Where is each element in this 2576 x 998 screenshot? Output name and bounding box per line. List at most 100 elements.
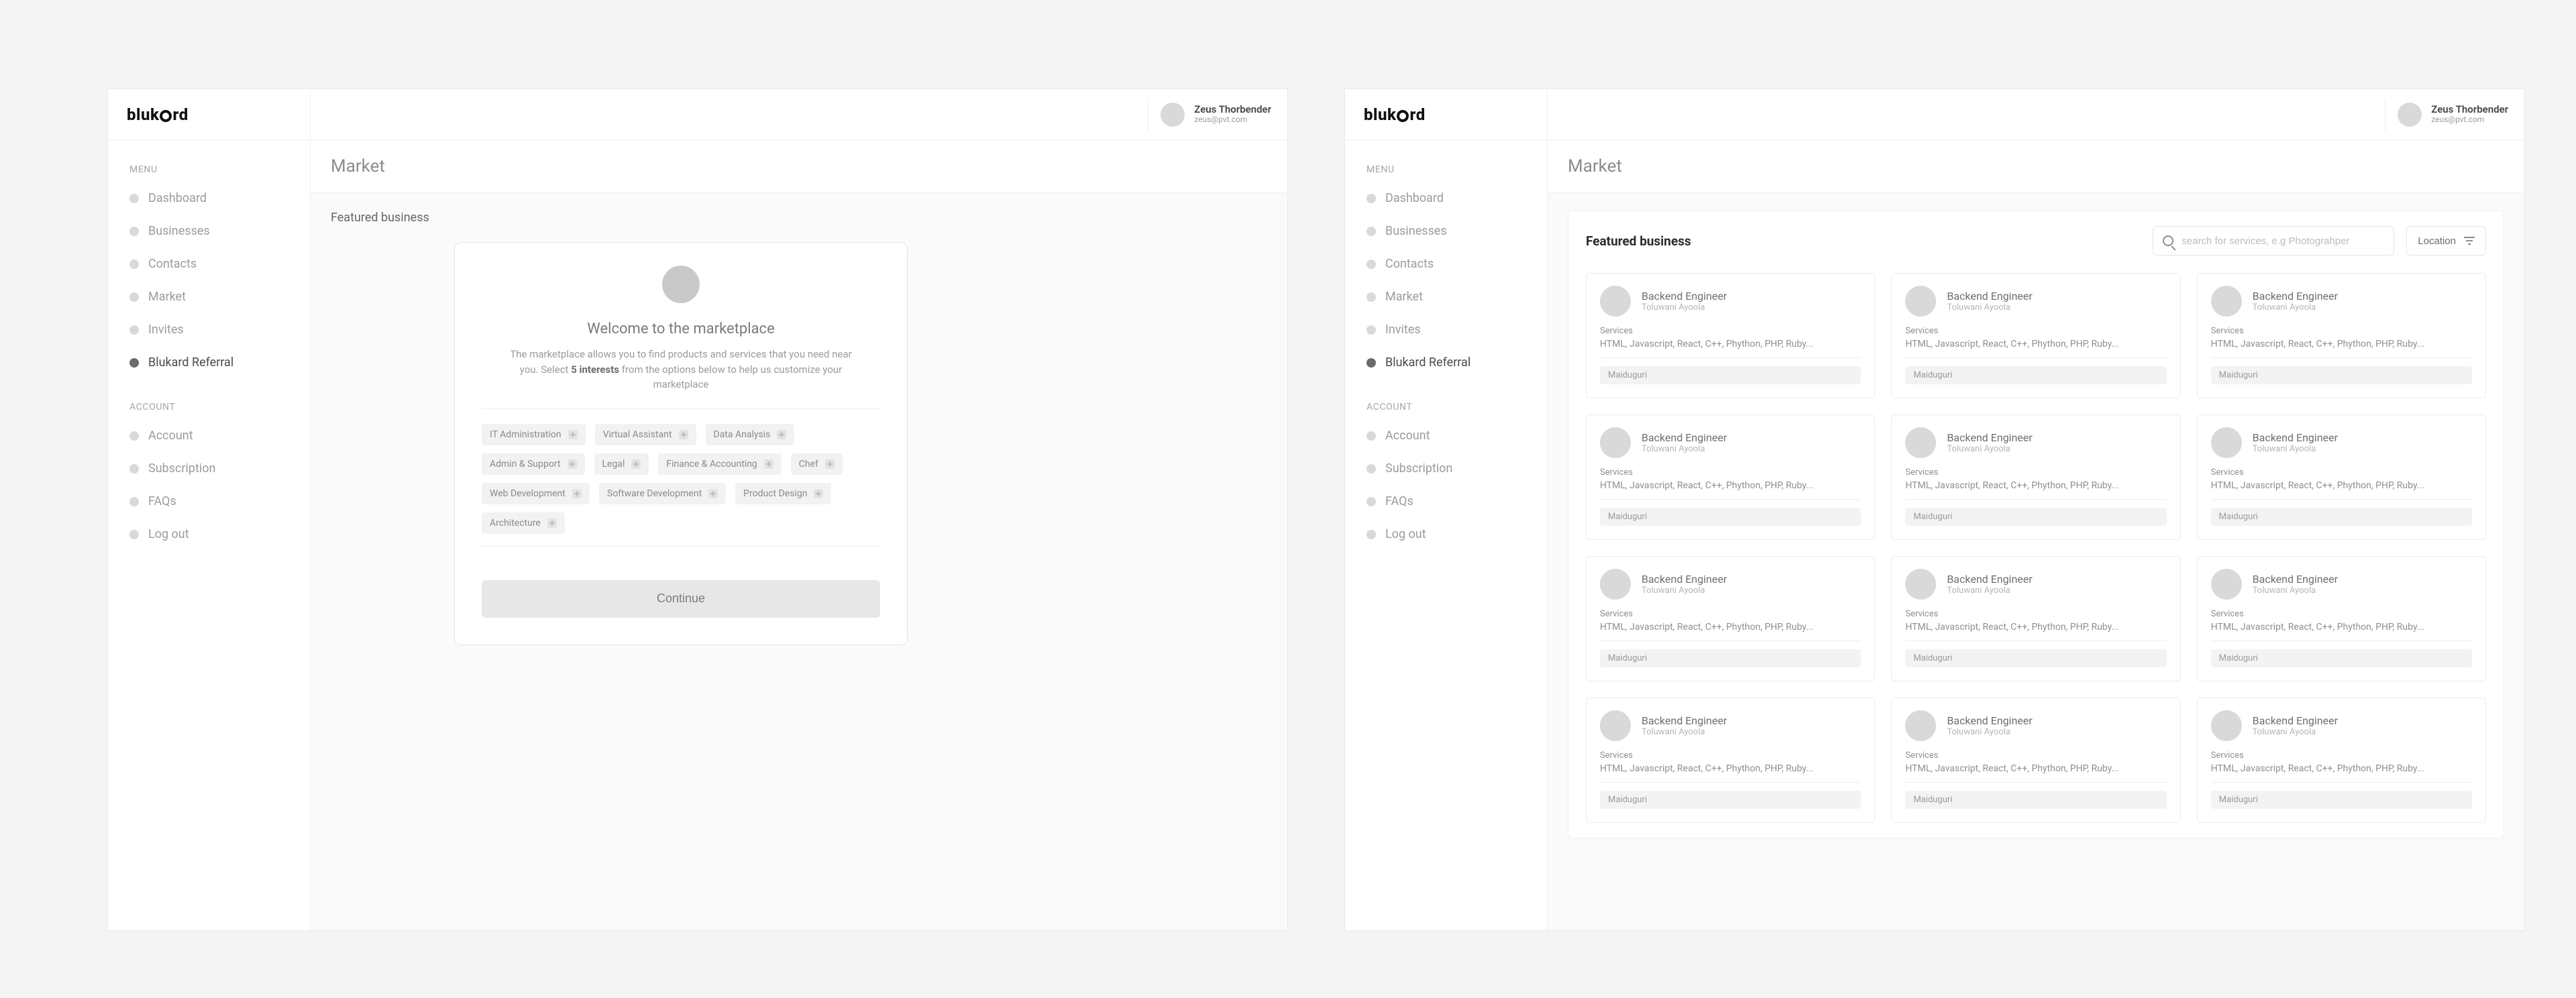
sidebar-item-businesses[interactable]: Businesses [1357, 215, 1535, 247]
card-subtitle: Toluwani Ayoola [1642, 444, 1727, 454]
brand-pre: bluk [127, 105, 159, 124]
sidebar-item-faqs[interactable]: FAQs [1357, 485, 1535, 518]
dot-icon [129, 358, 139, 368]
user-chip[interactable]: Zeus Thorbender zeus@pvt.com [2385, 99, 2508, 131]
plus-icon [572, 489, 582, 498]
business-card[interactable]: Backend EngineerToluwani AyoolaServicesH… [1586, 556, 1875, 681]
avatar [1905, 710, 1936, 741]
business-card[interactable]: Backend EngineerToluwani AyoolaServicesH… [1586, 698, 1875, 823]
user-chip[interactable]: Zeus Thorbender zeus@pvt.com [1148, 99, 1271, 131]
divider [1905, 357, 2166, 358]
search-icon [2163, 235, 2174, 246]
business-card[interactable]: Backend EngineerToluwani Ayoola Services H… [1891, 414, 2180, 540]
dot-icon [129, 292, 139, 302]
plus-icon [708, 489, 718, 498]
business-card[interactable]: Backend EngineerToluwani AyoolaServicesH… [2197, 556, 2486, 681]
interest-chip[interactable]: Finance & Accounting [658, 453, 781, 475]
sidebar-item-invites[interactable]: Invites [1357, 313, 1535, 346]
brand-logo[interactable]: blukrd [1345, 89, 1547, 140]
card-head: Backend EngineerToluwani Ayoola [1905, 427, 2166, 458]
business-card[interactable]: Backend EngineerToluwani AyoolaServicesH… [1586, 273, 1875, 398]
sidebar-item-businesses[interactable]: Businesses [120, 215, 298, 247]
dot-icon [129, 431, 139, 441]
interest-chip[interactable]: IT Administration [482, 424, 586, 445]
interest-chip[interactable]: Product Design [735, 483, 831, 504]
business-card[interactable]: Backend EngineerToluwani AyoolaServicesH… [1891, 556, 2180, 681]
sidebar-item-faqs[interactable]: FAQs [120, 485, 298, 518]
services-label: Services [2211, 467, 2472, 478]
sidebar-item-blukard-referral[interactable]: Blukard Referral [1357, 346, 1535, 379]
app-market-onboarding: blukrd MENU Dashboard Businesses Contact… [107, 89, 1288, 931]
interest-chip[interactable]: Admin & Support [482, 453, 585, 475]
divider [2211, 499, 2472, 500]
card-titles: Backend EngineerToluwani Ayoola [1947, 714, 2032, 737]
sidebar-item-logout[interactable]: Log out [120, 518, 298, 551]
sidebar-item-market[interactable]: Market [120, 280, 298, 313]
business-card[interactable]: Backend EngineerToluwani AyoolaServicesH… [1891, 273, 2180, 398]
interest-chip[interactable]: Architecture [482, 512, 565, 534]
card-head: Backend EngineerToluwani Ayoola [2211, 427, 2472, 458]
sidebar-item-blukard-referral[interactable]: Blukard Referral [120, 346, 298, 379]
sidebar-item-dashboard[interactable]: Dashboard [1357, 182, 1535, 215]
card-subtitle: Toluwani Ayoola [1642, 727, 1727, 737]
sidebar-item-subscription[interactable]: Subscription [120, 452, 298, 485]
business-card[interactable]: Backend EngineerToluwani AyoolaServicesH… [1891, 698, 2180, 823]
sidebar-item-subscription[interactable]: Subscription [1357, 452, 1535, 485]
sidebar-item-label: Log out [148, 527, 189, 541]
business-card[interactable]: Backend EngineerToluwani AyoolaServicesH… [2197, 698, 2486, 823]
card-subtitle: Toluwani Ayoola [2253, 444, 2338, 454]
welcome-card: Welcome to the marketplace The marketpla… [454, 242, 908, 645]
business-card[interactable]: Backend EngineerToluwani AyoolaServicesH… [1586, 414, 1875, 540]
card-subtitle: Toluwani Ayoola [1947, 727, 2032, 737]
sidebar-item-account[interactable]: Account [120, 419, 298, 452]
content: Featured business Welcome to the marketp… [311, 193, 1287, 930]
interest-chip[interactable]: Legal [594, 453, 649, 475]
divider [1600, 782, 1861, 783]
avatar [1905, 427, 1936, 458]
content: Featured business Location [1548, 193, 2524, 930]
interest-chip[interactable]: Virtual Assistant [595, 424, 696, 445]
location-tag: Maiduguri [2211, 366, 2472, 384]
brand-logo[interactable]: blukrd [108, 89, 310, 140]
search-field[interactable] [2153, 226, 2394, 256]
card-titles: Backend EngineerToluwani Ayoola [1947, 290, 2032, 313]
location-filter-button[interactable]: Location [2406, 226, 2486, 256]
sidebar-item-contacts[interactable]: Contacts [120, 247, 298, 280]
search-input[interactable] [2182, 235, 2384, 247]
avatar [1600, 569, 1631, 600]
interest-chip[interactable]: Software Development [599, 483, 726, 504]
sidebar-item-account[interactable]: Account [1357, 419, 1535, 452]
interest-chip-label: Legal [602, 459, 625, 469]
avatar [1161, 103, 1185, 127]
sidebar-item-invites[interactable]: Invites [120, 313, 298, 346]
sidebar-item-label: Invites [1385, 323, 1421, 337]
services-text: HTML, Javascript, React, C++, Phython, P… [1905, 480, 2166, 491]
dot-icon [1366, 530, 1376, 539]
sidebar-item-dashboard[interactable]: Dashboard [120, 182, 298, 215]
continue-button[interactable]: Continue [482, 580, 880, 618]
dot-icon [1366, 431, 1376, 441]
card-title: Backend Engineer [2253, 714, 2338, 727]
services-text: HTML, Javascript, React, C++, Phython, P… [1905, 339, 2166, 349]
business-card[interactable]: Backend EngineerToluwani AyoolaServicesH… [2197, 414, 2486, 540]
divider [482, 408, 880, 409]
avatar [2211, 427, 2242, 458]
interest-chip[interactable]: Chef [791, 453, 843, 475]
services-label: Services [1905, 467, 2166, 478]
card-subtitle: Toluwani Ayoola [1642, 302, 1727, 313]
dot-icon [129, 260, 139, 269]
interest-chip[interactable]: Data Analysis [706, 424, 795, 445]
sidebar-item-label: Account [148, 429, 193, 443]
business-card[interactable]: Backend EngineerToluwani AyoolaServicesH… [2197, 273, 2486, 398]
sidebar-item-label: Subscription [148, 461, 216, 476]
card-titles: Backend EngineerToluwani Ayoola [2253, 290, 2338, 313]
sidebar-item-market[interactable]: Market [1357, 280, 1535, 313]
sidebar-item-logout[interactable]: Log out [1357, 518, 1535, 551]
avatar [1905, 286, 1936, 317]
sidebar-item-label: FAQs [148, 494, 176, 508]
divider [2211, 782, 2472, 783]
listing-title: Featured business [1586, 233, 1691, 249]
interest-chip[interactable]: Web Development [482, 483, 590, 504]
sidebar-item-contacts[interactable]: Contacts [1357, 247, 1535, 280]
card-title: Backend Engineer [2253, 573, 2338, 586]
